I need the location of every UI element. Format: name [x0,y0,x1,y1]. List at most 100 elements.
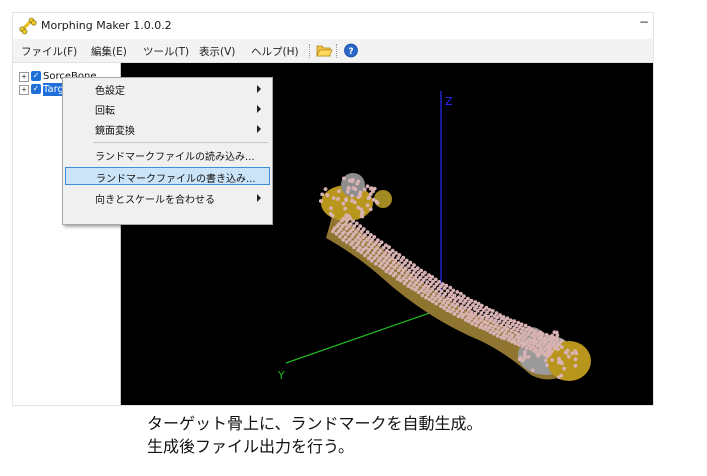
expand-icon[interactable]: + [19,85,29,95]
landmark-point [459,304,464,309]
landmark-point [347,237,352,242]
landmark-point [406,264,411,268]
landmark-point [501,315,506,319]
y-axis-label: Y [277,369,285,382]
landmark-point [537,343,542,348]
landmark-point [439,289,444,293]
landmark-point [394,264,399,268]
landmark-point [364,246,368,250]
menu-item-save-landmarks[interactable]: ランドマークファイルの書き込み... [65,167,270,185]
landmark-point [374,199,379,204]
landmark-point [356,240,361,245]
landmark-point [498,313,502,318]
landmark-point [418,275,423,280]
minimize-button[interactable]: − [637,15,651,29]
landmark-point [565,348,570,353]
landmark-point [424,295,428,300]
landmark-point [462,294,466,299]
menu-item-label: 鏡面変換 [95,126,135,137]
landmark-point [337,222,341,226]
expand-icon[interactable]: + [19,72,29,82]
window-title: Morphing Maker 1.0.0.2 [41,19,172,32]
landmark-point [354,221,359,226]
menu-item-label: 回転 [95,106,115,117]
landmark-point [455,309,459,314]
menu-item-align-orientation-scale[interactable]: 向きとスケールを合わせる [65,189,270,207]
landmark-point [455,302,460,307]
landmark-point [344,197,348,202]
landmark-point [343,216,347,221]
landmark-point [519,322,524,327]
landmark-point [544,333,549,337]
landmark-point [440,282,445,286]
landmark-point [562,366,566,371]
landmark-point [379,240,384,245]
landmark-point [368,254,373,258]
caption: ターゲット骨上に、ランドマークを自動生成。 生成後ファイル出力を行う。 [147,412,483,458]
landmark-point [390,248,395,253]
landmark-point [526,355,531,359]
menu-item-label: 色設定 [95,86,125,97]
landmark-point [363,253,367,258]
menu-item-load-landmarks[interactable]: ランドマークファイルの読み込み... [65,146,270,164]
landmark-point [557,356,561,361]
landmark-point [495,334,500,338]
landmark-point [489,316,494,321]
landmark-point [451,307,455,312]
landmark-point [550,333,554,338]
landmark-point [471,303,475,307]
caption-line-1: ターゲット骨上に、ランドマークを自動生成。 [147,414,483,433]
landmark-point [522,353,527,357]
landmark-point [323,187,328,191]
menu-item-rotate[interactable]: 回転 [65,100,270,118]
landmark-point [489,323,493,328]
landmark-point [550,358,555,362]
landmark-point [484,305,489,310]
landmark-point [369,233,373,237]
landmark-point [408,281,413,286]
landmark-point [520,326,525,331]
landmark-point [521,341,526,346]
landmark-point [351,219,355,223]
landmark-point [360,211,364,216]
landmark-point [427,273,431,277]
landmark-point [447,305,452,310]
menu-item-mirror[interactable]: 鏡面変換 [65,120,270,138]
landmark-point [372,235,377,239]
menu-file[interactable]: ファイル(F) [21,44,77,59]
menu-view[interactable]: 表示(V) [199,44,235,59]
landmark-point [485,321,490,326]
landmark-point [397,261,401,265]
landmark-point [555,333,560,338]
landmark-point [331,196,336,201]
landmark-point [455,290,460,294]
landmark-point [390,269,395,273]
checkbox-checked[interactable]: ✓ [31,84,41,94]
menu-tools[interactable]: ツール(T) [143,44,189,59]
submenu-arrow-icon [257,194,261,202]
landmark-point [546,343,551,347]
landmark-point [351,186,356,190]
menu-item-label: ランドマークファイルの書き込み... [96,174,256,185]
landmark-point [376,238,380,243]
help-icon[interactable]: ? [342,42,360,59]
landmark-point [329,206,333,211]
landmark-point [452,293,457,298]
landmark-point [348,222,353,226]
landmark-point [408,260,413,265]
landmark-point [397,253,402,257]
landmark-point [374,254,379,258]
landmark-point [362,187,367,192]
landmark-point [394,251,398,255]
checkbox-checked[interactable]: ✓ [31,71,41,81]
menu-item-color-settings[interactable]: 色設定 [65,80,270,98]
svg-text:?: ? [348,47,353,57]
open-folder-icon[interactable] [315,42,333,59]
landmark-point [430,299,435,304]
landmark-point [353,200,357,205]
menu-help[interactable]: ヘルプ(H) [251,44,299,59]
landmark-point [476,301,481,306]
landmark-point [533,329,538,334]
landmark-point [365,203,370,208]
menu-edit[interactable]: 編集(E) [91,44,127,59]
